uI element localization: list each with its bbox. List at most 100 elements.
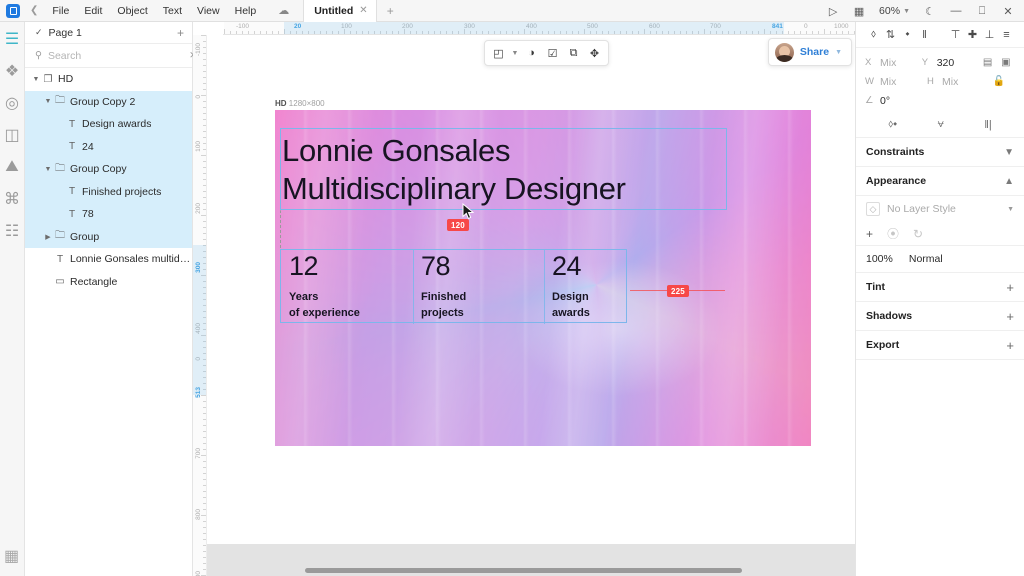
tint-section[interactable]: Tint + — [856, 273, 1024, 302]
add-export-button[interactable]: + — [1006, 338, 1014, 353]
play-icon[interactable]: ▷ — [821, 0, 845, 22]
chevron-down-icon[interactable]: ▼ — [1004, 147, 1014, 158]
layer-row[interactable]: ▭ Rectangle — [25, 271, 192, 294]
table-icon[interactable]: ▦ — [4, 546, 19, 566]
opacity-value[interactable]: 100% — [866, 253, 893, 265]
scrollbar-thumb[interactable] — [305, 568, 742, 573]
layer-row[interactable]: T 78 — [25, 203, 192, 226]
horizontal-ruler[interactable]: -100201002003004005006007008410100011001… — [224, 22, 855, 35]
chevron-right-icon[interactable]: ▶ — [43, 233, 53, 241]
document-tab-title: Untitled — [314, 4, 354, 17]
layer-row[interactable]: T Design awards — [25, 113, 192, 136]
data-rail-icon[interactable]: ☷ — [3, 222, 21, 240]
blend-mode-value[interactable]: Normal — [909, 253, 943, 265]
menu-item-file[interactable]: File — [52, 5, 69, 17]
ruler-tick — [266, 31, 267, 34]
horizontal-scrollbar[interactable] — [207, 568, 855, 574]
chevron-left-icon[interactable]: ❮ — [30, 5, 38, 16]
assets-rail-icon[interactable]: ⛰ — [3, 158, 21, 176]
menu-item-view[interactable]: View — [197, 5, 220, 17]
group-button[interactable]: ⧉ — [564, 43, 583, 63]
align-center-h-button[interactable]: ⇅ — [882, 25, 899, 45]
grid-icon[interactable]: ▦ — [847, 0, 871, 22]
cloud-icon[interactable]: ☁ — [278, 4, 289, 17]
distribute-spacing-h-button[interactable]: ⬨⬩ — [888, 118, 897, 131]
transform-button[interactable]: ✥ — [585, 43, 604, 63]
artboard-label[interactable]: HD 1280×800 — [275, 99, 325, 108]
align-middle-button[interactable]: ✚ — [964, 25, 981, 45]
symbols-rail-icon[interactable]: ⌘ — [3, 190, 21, 208]
unlock-icon[interactable]: 🔓 — [989, 76, 1009, 87]
layer-row[interactable]: ▶ 🗀 Group — [25, 225, 192, 248]
layers-rail-icon[interactable]: ☰ — [3, 30, 21, 48]
layer-style-row[interactable]: ◇ No Layer Style ▼ — [856, 196, 1024, 222]
search-input[interactable] — [47, 49, 183, 62]
layer-row[interactable]: ▼ 🗀 Group Copy — [25, 158, 192, 181]
document-tab[interactable]: Untitled ✕ — [303, 0, 377, 22]
distribute-grid-button[interactable]: ‖| — [984, 119, 991, 131]
flip-vertical-icon[interactable]: ▣ — [997, 57, 1015, 68]
minimize-icon[interactable]: — — [944, 0, 968, 22]
add-page-button[interactable]: + — [177, 26, 184, 40]
page-row[interactable]: ✓ Page 1 + — [25, 22, 192, 44]
add-shadow-button[interactable]: + — [1006, 309, 1014, 324]
h-field[interactable]: H Mix — [927, 76, 989, 88]
shadows-section[interactable]: Shadows + — [856, 302, 1024, 331]
export-section[interactable]: Export + — [856, 331, 1024, 360]
layer-row[interactable]: T 24 — [25, 135, 192, 158]
close-icon[interactable]: ✕ — [996, 0, 1020, 22]
chevron-down-icon[interactable]: ▼ — [43, 98, 53, 105]
flip-horizontal-icon[interactable]: ▤ — [978, 57, 996, 68]
appearance-section[interactable]: Appearance ▲ — [856, 167, 1024, 196]
pages-rail-icon[interactable]: ◫ — [3, 126, 21, 144]
w-field[interactable]: W Mix — [865, 76, 927, 88]
menu-item-text[interactable]: Text — [163, 5, 182, 17]
chevron-down-icon[interactable]: ▼ — [510, 50, 520, 57]
distribute-v-button[interactable]: ≡ — [998, 25, 1015, 45]
confirm-style-button[interactable]: ⦿ — [887, 225, 899, 242]
components-rail-icon[interactable]: ❖ — [3, 62, 21, 80]
headline-text[interactable]: Lonnie Gonsales Multidisciplinary Design… — [282, 132, 727, 208]
flatten-button[interactable]: ☑ — [543, 43, 562, 63]
close-icon[interactable]: ✕ — [359, 5, 367, 16]
canvas[interactable]: HD 1280×800 Lonnie Gonsales Multidiscipl… — [207, 35, 855, 576]
layer-row[interactable]: ▼ 🗀 Group Copy 2 — [25, 90, 192, 113]
chevron-down-icon[interactable]: ▼ — [1007, 206, 1014, 213]
chevron-down-icon[interactable]: ▼ — [43, 166, 53, 173]
add-tint-button[interactable]: + — [1006, 280, 1014, 295]
layer-row[interactable]: T Finished projects — [25, 180, 192, 203]
vertical-ruler[interactable]: -1000100200300400051370080090010001100 — [193, 35, 207, 576]
add-style-button[interactable]: + — [866, 227, 873, 241]
layer-row[interactable]: ▼ ❐ HD — [25, 68, 192, 91]
distribute-h-button[interactable]: ‖ — [916, 25, 933, 45]
chevron-down-icon[interactable]: ▼ — [31, 76, 41, 83]
distribute-spacing-v-button[interactable]: ⩝ — [938, 118, 944, 131]
stats-selection-box[interactable]: 12 Years of experience 78 Finished proje… — [280, 249, 627, 324]
reset-style-button[interactable]: ↻ — [913, 227, 923, 241]
mask-button[interactable]: ◑ — [522, 43, 541, 63]
x-field[interactable]: X Mix — [865, 57, 922, 69]
align-right-button[interactable]: ⬩ — [899, 25, 916, 45]
maximize-icon[interactable]: ⎕ — [970, 0, 994, 22]
new-tab-button[interactable]: + — [387, 4, 394, 18]
share-control[interactable]: Share ▼ — [767, 38, 852, 66]
menu-item-help[interactable]: Help — [235, 5, 257, 17]
layer-row[interactable]: T Lonnie Gonsales multidisciplin — [25, 248, 192, 271]
constraints-section[interactable]: Constraints ▼ — [856, 138, 1024, 167]
align-bottom-button[interactable]: ⊥ — [981, 25, 998, 45]
avatar[interactable] — [774, 42, 794, 62]
boolean-rail-icon[interactable]: ◎ — [3, 94, 21, 112]
check-icon: ✓ — [35, 27, 43, 37]
moon-icon[interactable]: ☾ — [918, 0, 942, 22]
boolean-union-button[interactable]: ◰ — [489, 43, 508, 63]
chevron-up-icon[interactable]: ▲ — [1004, 176, 1014, 187]
align-top-button[interactable]: ⊤ — [947, 25, 964, 45]
chevron-down-icon[interactable]: ▼ — [835, 49, 842, 56]
zoom-control[interactable]: 60% ▼ — [873, 5, 916, 17]
rotation-field[interactable]: ∠ 0° — [865, 95, 927, 107]
menu-item-edit[interactable]: Edit — [84, 5, 102, 17]
menu-item-object[interactable]: Object — [117, 5, 147, 17]
align-left-button[interactable]: ⬨ — [865, 25, 882, 45]
artboard-hd[interactable]: Lonnie Gonsales Multidisciplinary Design… — [275, 110, 811, 446]
y-field[interactable]: Y 320 — [922, 57, 979, 69]
